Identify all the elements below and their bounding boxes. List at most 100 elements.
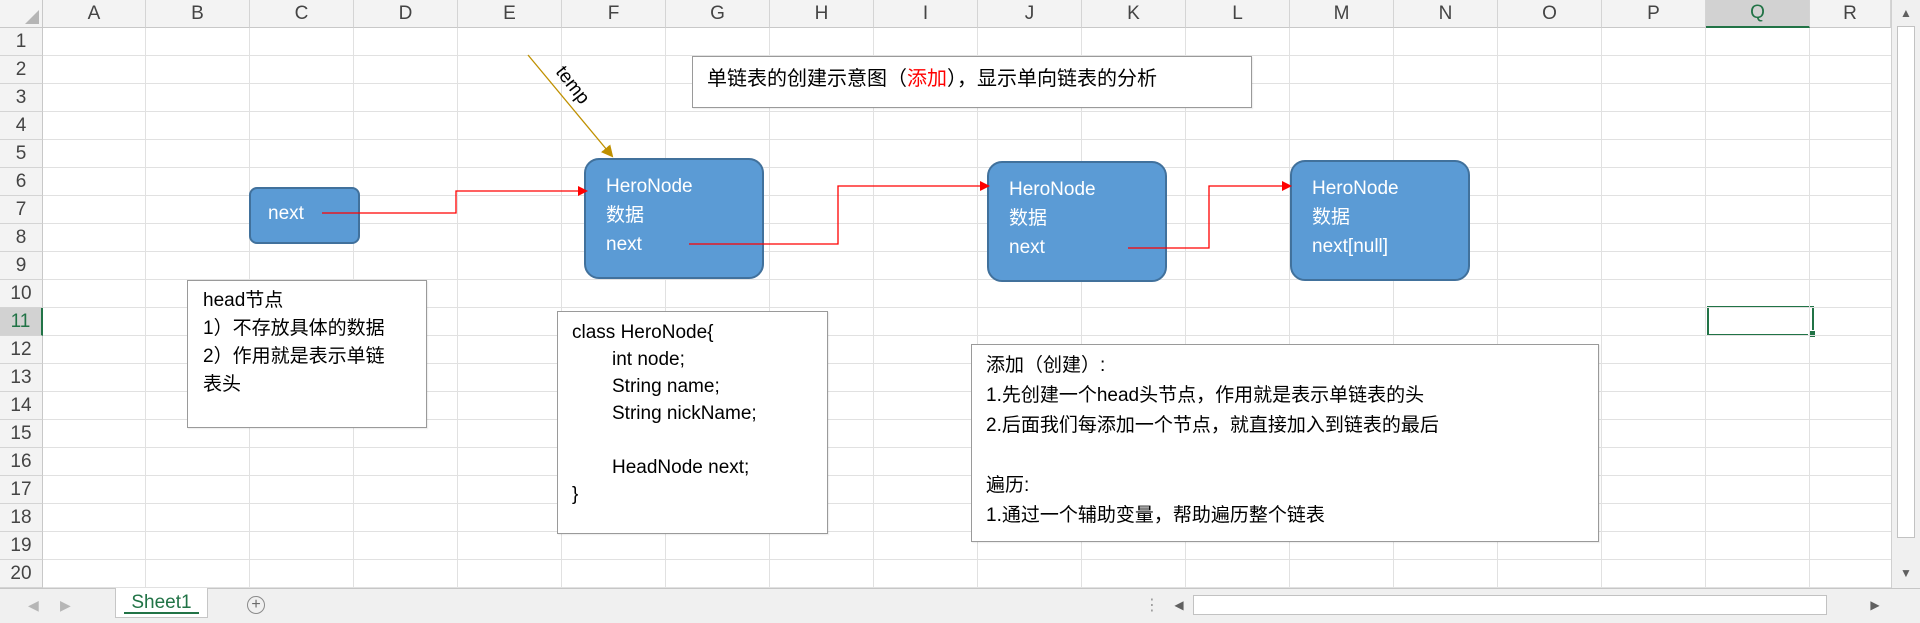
grid-row-line <box>43 559 1891 560</box>
row-header-10[interactable]: 10 <box>0 280 43 308</box>
grid-column-line <box>145 28 146 588</box>
row-header-3[interactable]: 3 <box>0 84 43 112</box>
hero-node-1-title: HeroNode <box>606 176 693 197</box>
hero-node-1[interactable]: HeroNode 数据 next <box>584 158 764 279</box>
column-header-e[interactable]: E <box>458 0 562 28</box>
sheet-tab-sheet1[interactable]: Sheet1 <box>115 588 208 618</box>
row-header-19[interactable]: 19 <box>0 532 43 560</box>
add-note-line: 添加（创建）: <box>986 355 1106 376</box>
vertical-scrollbar[interactable]: ▲ ▼ <box>1891 0 1920 588</box>
head-note-line: 表头 <box>203 374 242 395</box>
column-header-q[interactable]: Q <box>1706 0 1810 28</box>
hero-node-2-data: 数据 <box>1009 208 1048 229</box>
title-textbox[interactable]: 单链表的创建示意图（添加），显示单向链表的分析 <box>692 56 1252 108</box>
column-header-m[interactable]: M <box>1290 0 1394 28</box>
code-line: HeadNode next; <box>612 457 750 478</box>
grid-column-line <box>1601 28 1602 588</box>
row-header-8[interactable]: 8 <box>0 224 43 252</box>
hero-node-3-title: HeroNode <box>1312 178 1399 199</box>
scroll-right-icon[interactable]: ▶ <box>1864 594 1886 616</box>
scroll-left-icon[interactable]: ◀ <box>1168 594 1190 616</box>
hero-node-2[interactable]: HeroNode 数据 next <box>987 161 1167 282</box>
column-header-l[interactable]: L <box>1186 0 1290 28</box>
add-note-line-blank <box>986 441 1598 471</box>
grid-row-line <box>43 447 1891 448</box>
hero-node-1-data: 数据 <box>606 205 645 226</box>
plus-circle-icon[interactable]: + <box>247 596 265 614</box>
vertical-scroll-thumb[interactable] <box>1897 26 1915 538</box>
grid-row-line <box>43 251 1891 252</box>
row-header-4[interactable]: 4 <box>0 112 43 140</box>
title-suffix: ），显示单向链表的分析 <box>947 68 1157 90</box>
select-all-corner[interactable] <box>0 0 43 28</box>
column-header-j[interactable]: J <box>978 0 1082 28</box>
hero-node-2-next: next <box>1009 237 1045 258</box>
row-header-18[interactable]: 18 <box>0 504 43 532</box>
row-header-11[interactable]: 11 <box>0 308 43 336</box>
column-header-b[interactable]: B <box>146 0 250 28</box>
column-header-a[interactable]: A <box>43 0 146 28</box>
splitter-handle-icon[interactable]: ⋮ <box>1144 595 1160 615</box>
title-highlight: 添加 <box>907 68 947 90</box>
row-header-13[interactable]: 13 <box>0 364 43 392</box>
row-header-5[interactable]: 5 <box>0 140 43 168</box>
grid-row-line <box>43 531 1891 532</box>
active-cell-q11[interactable] <box>1707 306 1816 338</box>
grid-row-line <box>43 139 1891 140</box>
row-header-20[interactable]: 20 <box>0 560 43 588</box>
column-header-g[interactable]: G <box>666 0 770 28</box>
row-header-15[interactable]: 15 <box>0 420 43 448</box>
row-header-7[interactable]: 7 <box>0 196 43 224</box>
column-header-k[interactable]: K <box>1082 0 1186 28</box>
column-header-o[interactable]: O <box>1498 0 1602 28</box>
sheet-tab-label: Sheet1 <box>131 591 192 613</box>
column-header-r[interactable]: R <box>1810 0 1891 28</box>
title-prefix: 单链表的创建示意图（ <box>707 68 907 90</box>
sheet-nav-right-icon[interactable]: ▶ <box>60 597 71 614</box>
hero-node-3-data: 数据 <box>1312 207 1351 228</box>
code-line: String nickName; <box>612 403 757 424</box>
column-header-d[interactable]: D <box>354 0 458 28</box>
column-header-i[interactable]: I <box>874 0 978 28</box>
head-node-shape[interactable]: next <box>249 187 360 244</box>
row-header-14[interactable]: 14 <box>0 392 43 420</box>
grid-column-line <box>457 28 458 588</box>
head-note-line: 1）不存放具体的数据 <box>203 318 385 339</box>
row-header-6[interactable]: 6 <box>0 168 43 196</box>
head-node-label: next <box>268 203 304 224</box>
head-note-textbox[interactable]: head节点 1）不存放具体的数据 2）作用就是表示单链 表头 <box>187 280 427 428</box>
hero-node-1-next: next <box>606 234 642 255</box>
column-header-p[interactable]: P <box>1602 0 1706 28</box>
row-header-9[interactable]: 9 <box>0 252 43 280</box>
row-header-1[interactable]: 1 <box>0 28 43 56</box>
scroll-down-icon[interactable]: ▼ <box>1892 562 1920 584</box>
scroll-up-icon[interactable]: ▲ <box>1892 2 1920 24</box>
grid-row-line <box>43 503 1891 504</box>
column-header-c[interactable]: C <box>250 0 354 28</box>
add-note-line: 2.后面我们每添加一个节点，就直接加入到链表的最后 <box>986 415 1439 436</box>
code-line: class HeroNode{ <box>572 322 714 343</box>
column-header-n[interactable]: N <box>1394 0 1498 28</box>
grid-column-line <box>873 28 874 588</box>
spreadsheet: ABCDEFGHIJKLMNOPQR 1 2 3 4 5 6 7 8 9 10 11 12 13 14 15… <box>0 0 1920 623</box>
class-code-textbox[interactable]: class HeroNode{ int node; String name; S… <box>557 311 828 534</box>
add-note-line: 遍历: <box>986 475 1030 496</box>
column-header-f[interactable]: F <box>562 0 666 28</box>
add-note-textbox[interactable]: 添加（创建）: 1.先创建一个head头节点，作用就是表示单链表的头 2.后面我… <box>971 344 1599 542</box>
row-header-17[interactable]: 17 <box>0 476 43 504</box>
horizontal-scroll-thumb[interactable] <box>1193 595 1827 615</box>
grid-row-line <box>43 111 1891 112</box>
hero-node-3[interactable]: HeroNode 数据 next[null] <box>1290 160 1470 281</box>
add-note-line: 1.先创建一个head头节点，作用就是表示单链表的头 <box>986 385 1425 406</box>
hero-node-3-next: next[null] <box>1312 236 1389 257</box>
grid-row-line <box>43 475 1891 476</box>
row-header-2[interactable]: 2 <box>0 56 43 84</box>
sheet-tab-bar: ◀ ▶ Sheet1 + ⋮ ◀ ▶ <box>0 588 1920 623</box>
sheet-nav-left-icon[interactable]: ◀ <box>28 597 39 614</box>
row-header-12[interactable]: 12 <box>0 336 43 364</box>
code-line: String name; <box>612 376 720 397</box>
row-header-16[interactable]: 16 <box>0 448 43 476</box>
code-line: int node; <box>612 349 685 370</box>
column-header-h[interactable]: H <box>770 0 874 28</box>
